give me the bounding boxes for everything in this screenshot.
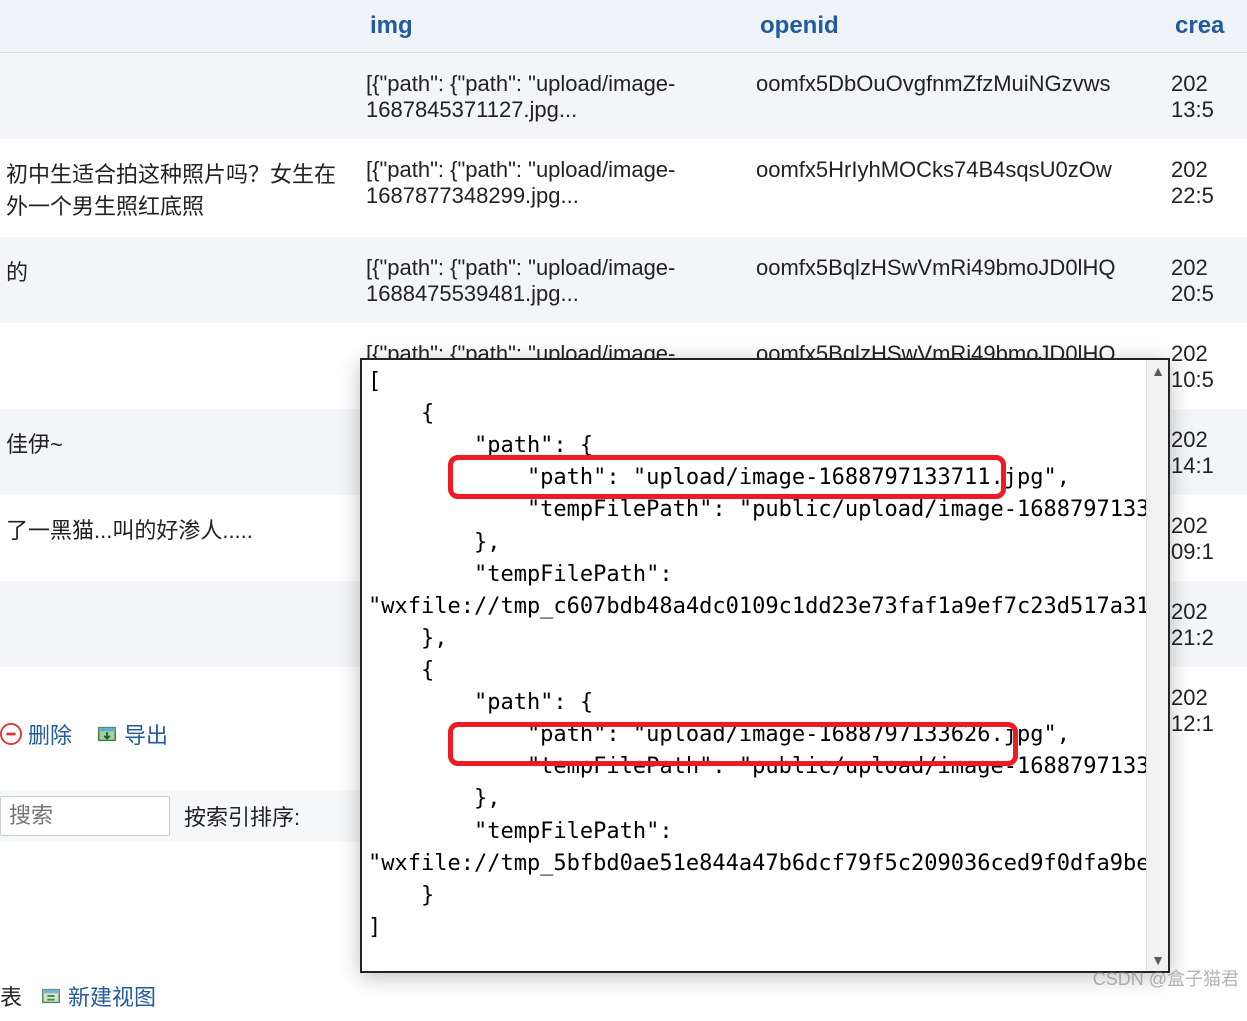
cell-c2: [{"path": {"path": "upload/image-1687845… (360, 53, 750, 140)
new-view-icon (40, 985, 62, 1007)
column-header-create[interactable]: crea (1165, 0, 1247, 53)
cell-c4: 202 13:5 (1165, 53, 1247, 140)
new-view-button[interactable]: 新建视图 (40, 980, 156, 1012)
cell-c1 (0, 53, 360, 140)
table-header-row: img openid crea (0, 0, 1247, 53)
cell-c2: [{"path": {"path": "upload/image-1687877… (360, 139, 750, 237)
bottom-bar: 表 新建视图 (0, 980, 156, 1012)
new-view-label: 新建视图 (68, 980, 156, 1012)
table-row[interactable]: 初中生适合拍这种照片吗？女生在外一个男生照红底照[{"path": {"path… (0, 139, 1247, 237)
cell-c1: 了一黑猫...叫的好渗人..... (0, 495, 360, 581)
tab-table[interactable]: 表 (0, 980, 22, 1012)
cell-c4: 202 10:5 (1165, 323, 1247, 409)
table-row[interactable]: [{"path": {"path": "upload/image-1687845… (0, 53, 1247, 140)
column-header-text[interactable] (0, 0, 360, 53)
table-row[interactable]: 的[{"path": {"path": "upload/image-168847… (0, 237, 1247, 323)
export-label: 导出 (124, 718, 168, 750)
cell-c1 (0, 323, 360, 409)
column-header-openid[interactable]: openid (750, 0, 1165, 53)
cell-c1: 初中生适合拍这种照片吗？女生在外一个男生照红底照 (0, 139, 360, 237)
delete-button[interactable]: 删除 (0, 718, 72, 750)
cell-c3: oomfx5BqlzHSwVmRi49bmoJD0lHQ (750, 237, 1165, 323)
cell-c1 (0, 581, 360, 667)
delete-icon (0, 723, 22, 745)
cell-c4: 202 09:1 (1165, 495, 1247, 581)
cell-c4: 202 12:1 (1165, 667, 1247, 753)
sort-by-index-label: 按索引排序: (184, 800, 300, 832)
scrollbar[interactable]: ▲ ▼ (1146, 360, 1168, 971)
json-text[interactable]: [ { "path": { "path": "upload/image-1688… (368, 366, 1146, 965)
cell-c3: oomfx5HrIyhMOCks74B4sqsU0zOw (750, 139, 1165, 237)
cell-c4: 202 22:5 (1165, 139, 1247, 237)
cell-c4: 202 20:5 (1165, 237, 1247, 323)
cell-c4: 202 21:2 (1165, 581, 1247, 667)
delete-label: 删除 (28, 718, 72, 750)
cell-c1: 的 (0, 237, 360, 323)
search-input[interactable] (0, 796, 170, 836)
cell-c3: oomfx5DbOuOvgfnmZfzMuiNGzvws (750, 53, 1165, 140)
cell-c1: 佳伊~ (0, 409, 360, 495)
cell-c4: 202 14:1 (1165, 409, 1247, 495)
action-bar: 删除 导出 (0, 718, 168, 750)
cell-c2: [{"path": {"path": "upload/image-1688475… (360, 237, 750, 323)
watermark-text: CSDN @盒子猫君 (1093, 965, 1239, 991)
column-header-img[interactable]: img (360, 0, 750, 53)
scroll-up-arrow[interactable]: ▲ (1147, 360, 1169, 382)
json-detail-popup: [ { "path": { "path": "upload/image-1688… (360, 358, 1170, 973)
search-row: 按索引排序: (0, 790, 360, 842)
export-icon (96, 723, 118, 745)
export-button[interactable]: 导出 (96, 718, 168, 750)
